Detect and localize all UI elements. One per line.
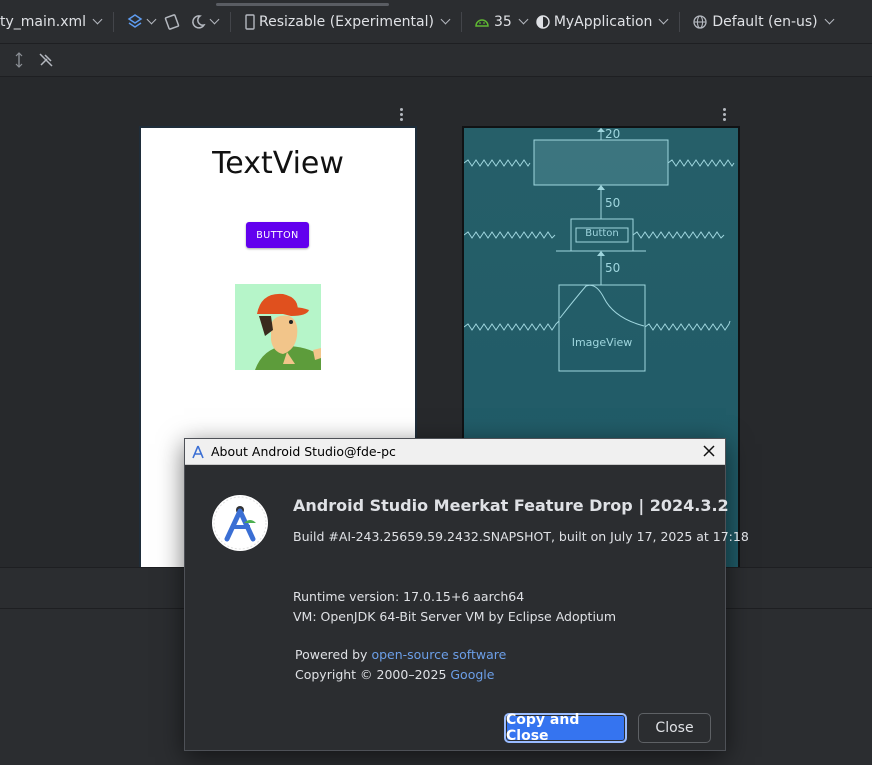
file-selector[interactable]: ty_main.xml [0,8,105,36]
theme-label: MyApplication [553,13,653,30]
rotate-icon [164,13,180,30]
blueprint-options-icon[interactable] [723,108,727,123]
secondary-toolbar [0,44,872,77]
locale-selector[interactable]: Default (en-us) [688,8,836,36]
api-level-selector[interactable]: 35 [470,8,531,36]
preview-options-icon[interactable] [400,108,404,123]
toolbar-divider [679,11,681,32]
chevron-down-icon [209,14,220,25]
avatar-image [255,293,321,370]
margin-low-label: 50 [605,261,621,275]
orientation-button[interactable] [159,8,185,36]
powered-by-text: Powered by [295,647,372,662]
blueprint-imageview-label: ImageView [571,336,633,349]
vm-info: VM: OpenJDK 64-Bit Server VM by Eclipse … [293,609,617,624]
google-link[interactable]: Google [450,667,494,682]
phone-icon [245,13,255,30]
copyright-text: Copyright © 2000–2025 [295,667,451,682]
device-selector[interactable]: Resizable (Experimental) [239,8,453,36]
android-studio-icon [192,445,204,458]
locale-label: Default (en-us) [712,13,818,30]
layers-icon [127,13,143,28]
chevron-down-icon [824,14,835,25]
toolbar-divider [230,11,232,32]
about-dialog: About Android Studio@fde-pc Android Stud… [184,438,749,751]
toolbar-divider [460,11,462,32]
copy-and-close-button[interactable]: Copy and Close [504,712,627,744]
clear-constraints-icon[interactable] [37,51,55,69]
chevron-down-icon [658,14,669,25]
vertical-resize-icon[interactable] [13,52,25,68]
product-name: Android Studio Meerkat Feature Drop | 20… [293,496,729,515]
dialog-title: About Android Studio@fde-pc [211,444,396,459]
theme-icon [536,14,550,29]
margin-mid-label: 50 [605,196,621,210]
android-icon [475,18,489,27]
editor-toolbar: ty_main.xml Resizable (Experimental) 35 … [0,0,872,44]
blueprint-button-label: Button [585,228,619,239]
file-name: ty_main.xml [0,13,87,30]
powered-by: Powered by open-source software [295,647,506,662]
close-icon[interactable] [701,443,717,459]
toolbar-divider [113,11,115,32]
theme-selector[interactable]: MyApplication [531,8,672,36]
chevron-down-icon [518,14,529,25]
margin-top-label: 20 [605,127,621,141]
night-mode-button[interactable] [185,8,222,36]
device-label: Resizable (Experimental) [259,13,434,30]
android-studio-logo-icon [213,496,267,550]
chevron-down-icon [440,14,451,25]
textview-preview[interactable]: TextView [141,146,415,181]
design-surface-button[interactable] [122,8,159,36]
close-button[interactable]: Close [638,713,711,743]
toolbar-scrollbar[interactable] [216,3,389,6]
button-preview[interactable]: BUTTON [246,222,309,248]
chevron-down-icon [146,14,157,25]
globe-icon [693,14,708,29]
api-level-label: 35 [493,13,512,30]
dialog-title-bar[interactable]: About Android Studio@fde-pc [185,439,725,465]
imageview-preview[interactable] [235,284,321,370]
build-info: Build #AI-243.25659.59.2432.SNAPSHOT, bu… [293,529,749,544]
moon-icon [192,14,206,29]
chevron-down-icon [92,14,103,25]
dialog-body: Android Studio Meerkat Feature Drop | 20… [185,465,749,750]
open-source-link[interactable]: open-source software [371,647,506,662]
android-studio-logo [212,495,268,551]
runtime-version: Runtime version: 17.0.15+6 aarch64 [293,589,525,604]
copyright: Copyright © 2000–2025 Google [295,667,494,682]
